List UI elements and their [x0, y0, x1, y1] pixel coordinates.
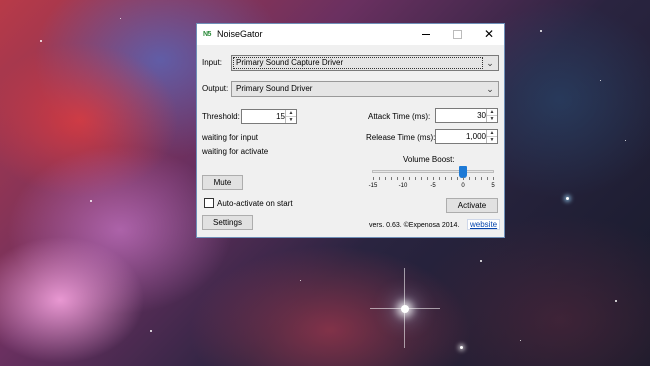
- star-flare: [370, 308, 440, 309]
- attack-time-value: 30: [477, 111, 486, 120]
- attack-time-label: Attack Time (ms):: [368, 112, 431, 121]
- slider-tick: [409, 177, 410, 180]
- slider-tick: [457, 177, 458, 180]
- slider-tick: [385, 177, 386, 180]
- chevron-down-icon: ⌄: [486, 58, 494, 68]
- title-bar[interactable]: N5 NoiseGator ✕: [197, 24, 504, 45]
- slider-tick: [391, 177, 392, 180]
- auto-activate-label[interactable]: Auto-activate on start: [217, 199, 293, 208]
- website-link[interactable]: website: [467, 219, 501, 230]
- star: [90, 200, 92, 202]
- star: [480, 260, 482, 262]
- slider-tick: [415, 177, 416, 180]
- slider-tick: [463, 177, 464, 180]
- maximize-button[interactable]: [442, 24, 472, 45]
- output-dropdown[interactable]: Primary Sound Driver ⌄: [231, 81, 499, 97]
- window-title: NoiseGator: [217, 29, 263, 39]
- minimize-icon: [422, 34, 430, 35]
- slider-tick: [493, 177, 494, 180]
- threshold-value: 15: [276, 112, 285, 121]
- settings-button[interactable]: Settings: [202, 215, 253, 230]
- threshold-label: Threshold:: [202, 112, 240, 121]
- auto-activate-checkbox[interactable]: [204, 198, 214, 208]
- release-time-spinner[interactable]: 1,000 ▲ ▼: [435, 129, 498, 144]
- spin-down-icon[interactable]: ▼: [487, 115, 497, 122]
- input-dropdown[interactable]: Primary Sound Capture Driver ⌄: [231, 55, 499, 71]
- slider-tick: [469, 177, 470, 180]
- star: [150, 330, 152, 332]
- output-selected-value: Primary Sound Driver: [234, 84, 482, 94]
- mute-button[interactable]: Mute: [202, 175, 243, 190]
- status-activate-text: waiting for activate: [202, 147, 269, 156]
- close-button[interactable]: ✕: [474, 24, 504, 45]
- slider-tick-label: -5: [430, 183, 436, 189]
- star: [460, 346, 463, 349]
- slider-tick: [397, 177, 398, 180]
- volume-boost-label: Volume Boost:: [403, 155, 455, 164]
- threshold-spin-buttons[interactable]: ▲ ▼: [285, 110, 296, 123]
- slider-tick-label: -15: [368, 183, 378, 189]
- input-selected-value: Primary Sound Capture Driver: [233, 57, 483, 69]
- release-time-label: Release Time (ms):: [366, 133, 436, 142]
- close-icon: ✕: [483, 27, 495, 41]
- release-time-value: 1,000: [465, 132, 486, 141]
- slider-tick: [433, 177, 434, 180]
- chevron-down-icon: ⌄: [486, 84, 494, 94]
- slider-tick: [445, 177, 446, 180]
- slider-tick-label: 0: [461, 183, 465, 189]
- slider-tick: [403, 177, 404, 180]
- volume-boost-slider-track[interactable]: [372, 170, 494, 173]
- maximize-icon: [453, 30, 462, 39]
- slider-tick: [427, 177, 428, 180]
- star: [600, 80, 601, 81]
- slider-tick: [475, 177, 476, 180]
- spin-down-icon[interactable]: ▼: [286, 116, 296, 123]
- bright-star: [401, 305, 409, 313]
- star: [520, 340, 521, 341]
- slider-tick: [373, 177, 374, 180]
- slider-tick: [481, 177, 482, 180]
- star: [566, 197, 569, 200]
- input-label: Input:: [202, 58, 223, 67]
- minimize-button[interactable]: [411, 24, 441, 45]
- star-flare: [404, 268, 405, 348]
- slider-tick: [451, 177, 452, 180]
- output-label: Output:: [202, 84, 229, 93]
- threshold-spinner[interactable]: 15 ▲ ▼: [241, 109, 297, 124]
- attack-spin-buttons[interactable]: ▲ ▼: [486, 109, 497, 122]
- slider-tick: [487, 177, 488, 180]
- slider-tick: [421, 177, 422, 180]
- slider-tick: [379, 177, 380, 180]
- spin-down-icon[interactable]: ▼: [487, 136, 497, 143]
- star: [615, 300, 617, 302]
- slider-tick-label: 5: [491, 183, 495, 189]
- star: [540, 30, 542, 32]
- attack-time-spinner[interactable]: 30 ▲ ▼: [435, 108, 498, 123]
- star: [625, 140, 626, 141]
- release-spin-buttons[interactable]: ▲ ▼: [486, 130, 497, 143]
- status-input-text: waiting for input: [202, 133, 259, 142]
- version-text: vers. 0.63. ©Expenosa 2014.: [369, 222, 460, 229]
- star: [40, 40, 42, 42]
- slider-tick: [439, 177, 440, 180]
- slider-tick-label: -10: [398, 183, 408, 189]
- star: [300, 280, 301, 281]
- star: [120, 18, 121, 19]
- app-icon: N5: [203, 31, 211, 38]
- activate-button[interactable]: Activate: [446, 198, 498, 213]
